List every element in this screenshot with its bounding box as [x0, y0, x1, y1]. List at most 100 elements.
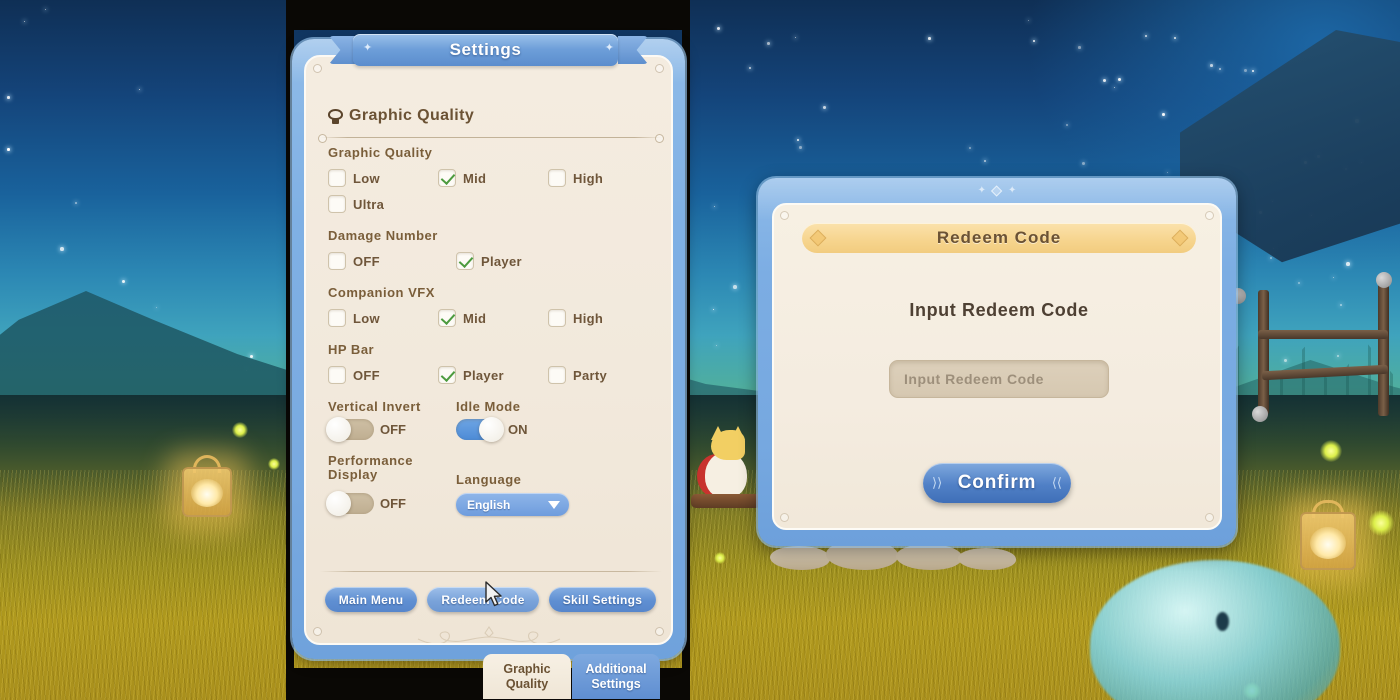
background-tent-post-right [1378, 276, 1389, 416]
settings-options-list: Graphic Quality Low Mid High Ultra Damag… [326, 145, 658, 527]
panel-corner-dot [655, 627, 664, 636]
option-companion-vfx-mid[interactable]: Mid [438, 305, 548, 331]
toggle-switch-icon[interactable] [456, 417, 504, 442]
sparkle-icon: ⟩⟩ [932, 475, 943, 490]
star [928, 37, 931, 40]
background-firefly [268, 458, 280, 470]
lantern-flame [1310, 526, 1346, 559]
redeem-code-input[interactable]: Input Redeem Code [889, 360, 1109, 398]
checkbox-icon[interactable] [548, 169, 566, 187]
tab-additional-settings[interactable]: Additional Settings [572, 654, 660, 699]
sparkle-icon: ✦ [363, 42, 373, 54]
diamond-icon [1171, 229, 1189, 247]
star [767, 42, 770, 45]
toggle-controls-row: OFF English [326, 491, 658, 516]
toggle-title-vertical-invert: Vertical Invert [328, 399, 421, 414]
toggle-switch-icon[interactable] [326, 491, 374, 516]
checkbox-icon[interactable] [328, 169, 346, 187]
option-label: Party [573, 367, 608, 383]
option-label: Mid [463, 170, 487, 186]
background-tent-joint-c [1252, 406, 1268, 422]
settings-title: Settings [449, 40, 522, 59]
rock [958, 548, 1016, 570]
option-graphic-quality-high[interactable]: High [548, 165, 658, 191]
star [7, 148, 10, 151]
settings-window: ✦ ✦ Settings Graphic Quality Graphic Qua… [286, 27, 691, 699]
settings-tab-bar: Graphic Quality Additional Settings [483, 654, 660, 699]
toggle-title-performance-display: Performance Display [328, 453, 413, 482]
option-group-hp-bar: HP Bar OFF Player Party [328, 342, 658, 388]
toggle-controls-row: OFF ON [326, 417, 658, 442]
option-graphic-quality-low[interactable]: Low [328, 165, 438, 191]
rock [770, 546, 830, 570]
option-group-toggles-row-2: Performance Display Language OFF English [326, 453, 658, 516]
checkbox-icon[interactable] [328, 309, 346, 327]
sparkle-icon: ✦ [977, 185, 986, 196]
checkbox-icon[interactable] [328, 366, 346, 384]
checkbox-checked-icon[interactable] [438, 309, 456, 327]
checkbox-icon[interactable] [328, 252, 346, 270]
monitor-icon [328, 108, 343, 124]
redeem-dialog-title: Redeem Code [936, 228, 1062, 247]
game-screen: ✦ ✦ Settings Graphic Quality Graphic Qua… [0, 0, 1400, 700]
option-row: Low Mid High [328, 305, 658, 331]
checkbox-checked-icon[interactable] [438, 366, 456, 384]
option-damage-number-player[interactable]: Player [456, 248, 584, 274]
background-tent-joint-b [1376, 272, 1392, 288]
main-menu-button[interactable]: Main Menu [324, 587, 418, 612]
toggle-performance-display[interactable]: OFF [326, 491, 456, 516]
star [1346, 262, 1350, 266]
background-firefly [232, 422, 248, 438]
star [1078, 46, 1081, 49]
toggle-idle-mode[interactable]: ON [456, 417, 584, 442]
option-label: Ultra [353, 196, 385, 212]
option-graphic-quality-ultra[interactable]: Ultra [328, 191, 456, 217]
background-tent-post-left [1258, 290, 1269, 415]
option-damage-number-off[interactable]: OFF [328, 248, 456, 274]
redeem-code-button[interactable]: Redeem Code [427, 587, 539, 612]
panel-corner-dot [655, 64, 664, 73]
checkbox-icon[interactable] [548, 366, 566, 384]
toggle-switch-icon[interactable] [326, 417, 374, 442]
checkbox-checked-icon[interactable] [456, 252, 474, 270]
checkbox-checked-icon[interactable] [438, 169, 456, 187]
group-title: Companion VFX [328, 285, 435, 300]
language-dropdown[interactable]: English [456, 493, 569, 516]
redeem-dialog-top-ornament: ✦ ✦ [977, 184, 1017, 197]
option-label: High [573, 310, 604, 326]
star [797, 139, 799, 141]
checkbox-icon[interactable] [548, 309, 566, 327]
background-tent-rail-upper [1258, 330, 1388, 339]
confirm-button[interactable]: ⟩⟩ Confirm ⟨⟨ [923, 463, 1071, 503]
option-graphic-quality-mid[interactable]: Mid [438, 165, 548, 191]
diamond-icon [991, 184, 1003, 197]
option-companion-vfx-high[interactable]: High [548, 305, 658, 331]
toggle-title-idle-mode: Idle Mode [456, 399, 521, 414]
language-value: English [467, 497, 511, 512]
option-hp-bar-party[interactable]: Party [548, 362, 658, 388]
option-hp-bar-player[interactable]: Player [438, 362, 548, 388]
sparkle-icon: ✦ [604, 42, 614, 54]
lantern-flame [191, 478, 223, 508]
sparkle-icon: ✦ [1008, 185, 1017, 196]
option-label: OFF [353, 253, 380, 269]
skill-settings-button[interactable]: Skill Settings [548, 587, 657, 612]
tab-label-line-1: Graphic [503, 661, 551, 676]
background-lantern-left [182, 455, 232, 517]
option-hp-bar-off[interactable]: OFF [328, 362, 438, 388]
star [139, 89, 140, 90]
option-companion-vfx-low[interactable]: Low [328, 305, 438, 331]
group-title: Damage Number [328, 228, 438, 243]
settings-title-bar: Settings [353, 34, 618, 66]
star [1145, 35, 1147, 37]
redeem-dialog-body: Redeem Code Input Redeem Code Input Rede… [772, 203, 1222, 530]
tab-graphic-quality[interactable]: Graphic Quality [483, 654, 571, 699]
toggle-state-label: OFF [380, 422, 406, 437]
toggle-vertical-invert[interactable]: OFF [326, 417, 456, 442]
option-label: Low [353, 310, 380, 326]
star [60, 247, 64, 251]
checkbox-icon[interactable] [328, 195, 346, 213]
option-group-companion-vfx: Companion VFX Low Mid High [328, 285, 658, 331]
language-label: Language [456, 472, 522, 487]
option-label: Player [463, 367, 504, 383]
